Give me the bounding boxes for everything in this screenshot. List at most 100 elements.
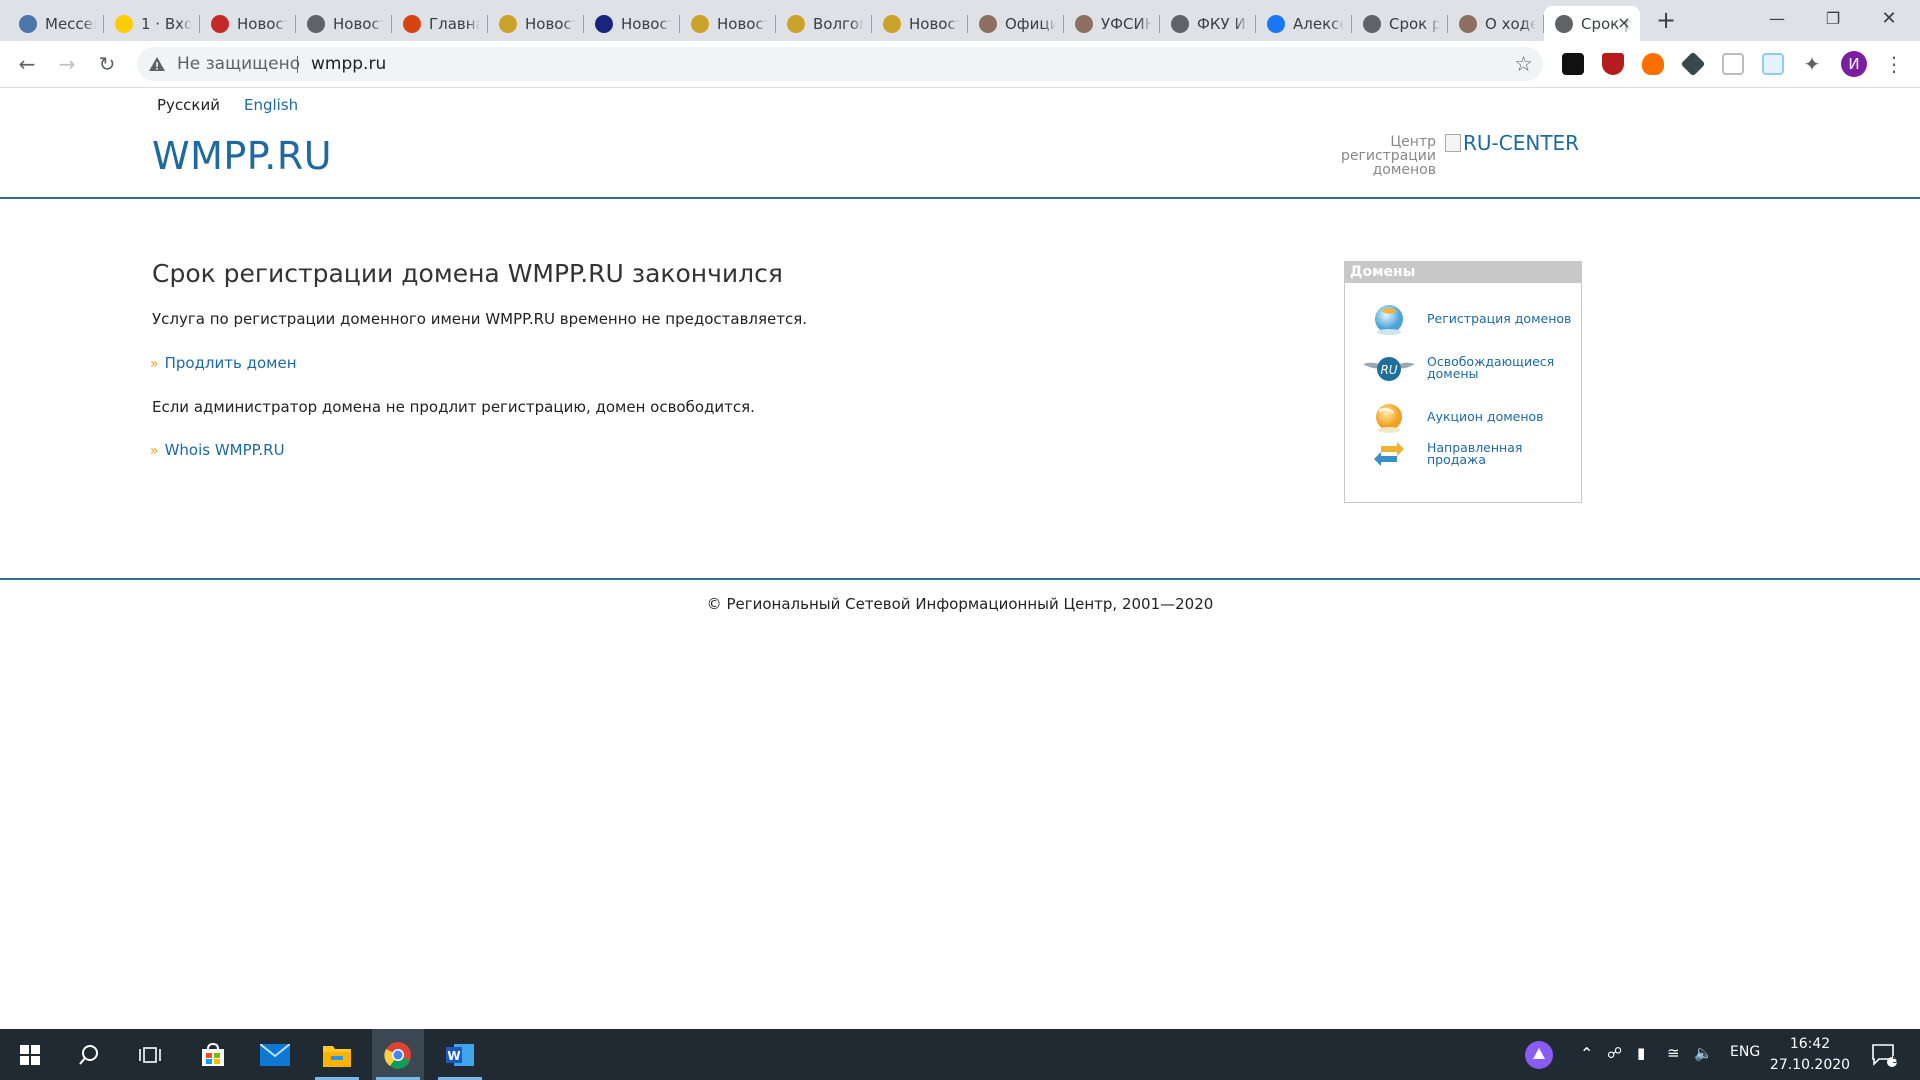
tab[interactable]: Новости [488, 6, 584, 41]
clock-date: 27.10.2020 [1769, 1057, 1851, 1073]
back-button[interactable]: ← [12, 49, 42, 79]
clock-time: 16:42 [1789, 1036, 1831, 1052]
task-view-icon[interactable] [124, 1029, 176, 1080]
close-window-button[interactable]: ✕ [1866, 0, 1912, 41]
tab-title: Срок регистрации [1389, 14, 1440, 33]
extension-translate-icon[interactable] [1762, 53, 1784, 75]
tab[interactable]: О ходе [1448, 6, 1544, 41]
lang-russian: Русский [157, 96, 220, 114]
extension-tampermonkey-icon[interactable] [1562, 53, 1584, 75]
broken-image-icon [1445, 134, 1461, 152]
security-label[interactable]: Не защищено [177, 54, 300, 74]
eagle-icon [883, 14, 901, 33]
tab[interactable]: Новости [680, 6, 776, 41]
tab[interactable]: Алексей [1256, 6, 1352, 41]
extension-cube-icon[interactable] [1680, 51, 1706, 77]
web-page: Русский English WMPP.RU Центр регистраци… [0, 89, 1920, 1029]
profile-avatar[interactable]: И [1841, 51, 1867, 77]
tab[interactable]: Новости [296, 6, 392, 41]
clock[interactable]: 16:42 27.10.2020 [1765, 1034, 1855, 1076]
word-icon[interactable]: W [434, 1029, 486, 1080]
tab-title: Новости [525, 14, 576, 33]
warning-icon[interactable] [148, 55, 166, 73]
wifi-icon[interactable]: ≅ [1667, 1044, 1680, 1062]
service-notice: Услуга по регистрации доменного имени WM… [152, 310, 808, 328]
tab[interactable]: Волгоград [776, 6, 872, 41]
tab[interactable]: Срок регистрации [1352, 6, 1448, 41]
maximize-button[interactable]: ❐ [1810, 0, 1856, 41]
input-language[interactable]: ENG [1730, 1044, 1760, 1060]
auction-icon [1359, 398, 1419, 436]
mail-icon[interactable] [249, 1029, 301, 1080]
extensions-puzzle-icon[interactable]: ✦ [1797, 49, 1827, 79]
chevron-up-icon[interactable]: ⌃ [1580, 1044, 1593, 1063]
alice-assistant-icon[interactable] [1513, 1029, 1565, 1080]
menu-kebab-icon[interactable]: ⋮ [1884, 49, 1904, 79]
volume-icon[interactable]: 🔈 [1694, 1044, 1713, 1062]
new-tab-button[interactable]: + [1650, 6, 1682, 36]
tab[interactable]: Официальный [968, 6, 1064, 41]
tab-title: Официальный [1005, 14, 1056, 33]
tab[interactable]: Новости [200, 6, 296, 41]
sidebar-item-direct-sale[interactable]: Направленная продажа [1359, 435, 1577, 473]
news-image-icon [595, 14, 613, 33]
tab[interactable]: 1 · Входящие [104, 6, 200, 41]
sidebar-item-expiring[interactable]: RU Освобождающиеся домены [1359, 349, 1577, 387]
notifications-icon[interactable]: 5 [1858, 1029, 1910, 1080]
windows-taskbar: W ⌃ ☍ ▮ ≅ 🔈 ENG 16:42 27.10.2020 5 [0, 1029, 1920, 1080]
tab-active[interactable]: Срок регистрации× [1544, 6, 1640, 41]
eagle-icon [691, 14, 709, 33]
extension-ublock-icon[interactable] [1602, 53, 1624, 75]
forward-button[interactable]: → [52, 49, 82, 79]
domains-sidebar: Домены Регистрация доменов RU Освобождаю… [1344, 261, 1582, 503]
tab-title: О ходе [1485, 14, 1536, 33]
tab[interactable]: Новости [584, 6, 680, 41]
page-heading: Срок регистрации домена WMPP.RU закончил… [152, 259, 783, 288]
bookmark-star-icon[interactable]: ☆ [1514, 52, 1533, 76]
eagle-icon [1075, 14, 1093, 33]
tab-list: Мессенджер 1 · Входящие Новости Новости Глав… [8, 6, 1640, 41]
tab[interactable]: Мессенджер [8, 6, 104, 41]
minimize-button[interactable]: — [1754, 0, 1800, 41]
sidebar-item-registration[interactable]: Регистрация доменов [1359, 300, 1577, 338]
address-bar[interactable]: Не защищено wmpp.ru ☆ [137, 47, 1543, 81]
svg-text:W: W [447, 1049, 460, 1063]
ru-center-logo-alt: RU-CENTER [1463, 131, 1580, 155]
extension-share-icon[interactable] [1722, 53, 1744, 75]
globe-icon [307, 14, 325, 33]
tab-title: УФСИН [1101, 14, 1152, 33]
chrome-icon[interactable] [372, 1029, 424, 1080]
sidebar-item-auction[interactable]: Аукцион доменов [1359, 398, 1577, 436]
search-icon[interactable] [63, 1029, 115, 1080]
extension-fire-icon[interactable] [1642, 53, 1664, 75]
sidebar-item-label: Регистрация доменов [1427, 311, 1572, 326]
url-text[interactable]: wmpp.ru [311, 54, 386, 74]
renew-domain-link[interactable]: Продлить домен [165, 354, 297, 372]
tab[interactable]: УФСИН [1064, 6, 1160, 41]
tab-title: 1 · Входящие [141, 14, 192, 33]
reload-button[interactable]: ↻ [92, 49, 122, 79]
whois-link[interactable]: Whois WMPP.RU [165, 441, 285, 459]
store-icon[interactable] [187, 1029, 239, 1080]
tab-title: Мессенджер [45, 14, 96, 33]
ru-center-logo-link[interactable]: RU-CENTER [1445, 131, 1579, 155]
start-windows-icon[interactable] [4, 1029, 56, 1080]
globe-icon [1171, 14, 1189, 33]
file-explorer-icon[interactable] [311, 1029, 363, 1080]
tab[interactable]: Главная [392, 6, 488, 41]
release-notice: Если администратор домена не продлит рег… [152, 398, 755, 416]
lang-english-link[interactable]: English [244, 96, 298, 114]
star-emblem-icon [403, 14, 421, 33]
sidebar-item-label: Аукцион доменов [1427, 409, 1544, 424]
bullet-icon: » [150, 356, 159, 372]
tab[interactable]: ФКУ ИК [1160, 6, 1256, 41]
globe-icon [1555, 14, 1573, 33]
close-tab-icon[interactable]: × [1616, 15, 1632, 31]
tray-security-icon[interactable]: ☍ [1607, 1044, 1622, 1062]
copyright: © Региональный Сетевой Информационный Це… [706, 595, 1214, 613]
tab[interactable]: Новости [872, 6, 968, 41]
tab-title: Новости [717, 14, 768, 33]
battery-icon[interactable]: ▮ [1637, 1044, 1645, 1062]
whois-row: » Whois WMPP.RU [150, 441, 285, 459]
renew-domain-row: » Продлить домен [150, 354, 297, 372]
